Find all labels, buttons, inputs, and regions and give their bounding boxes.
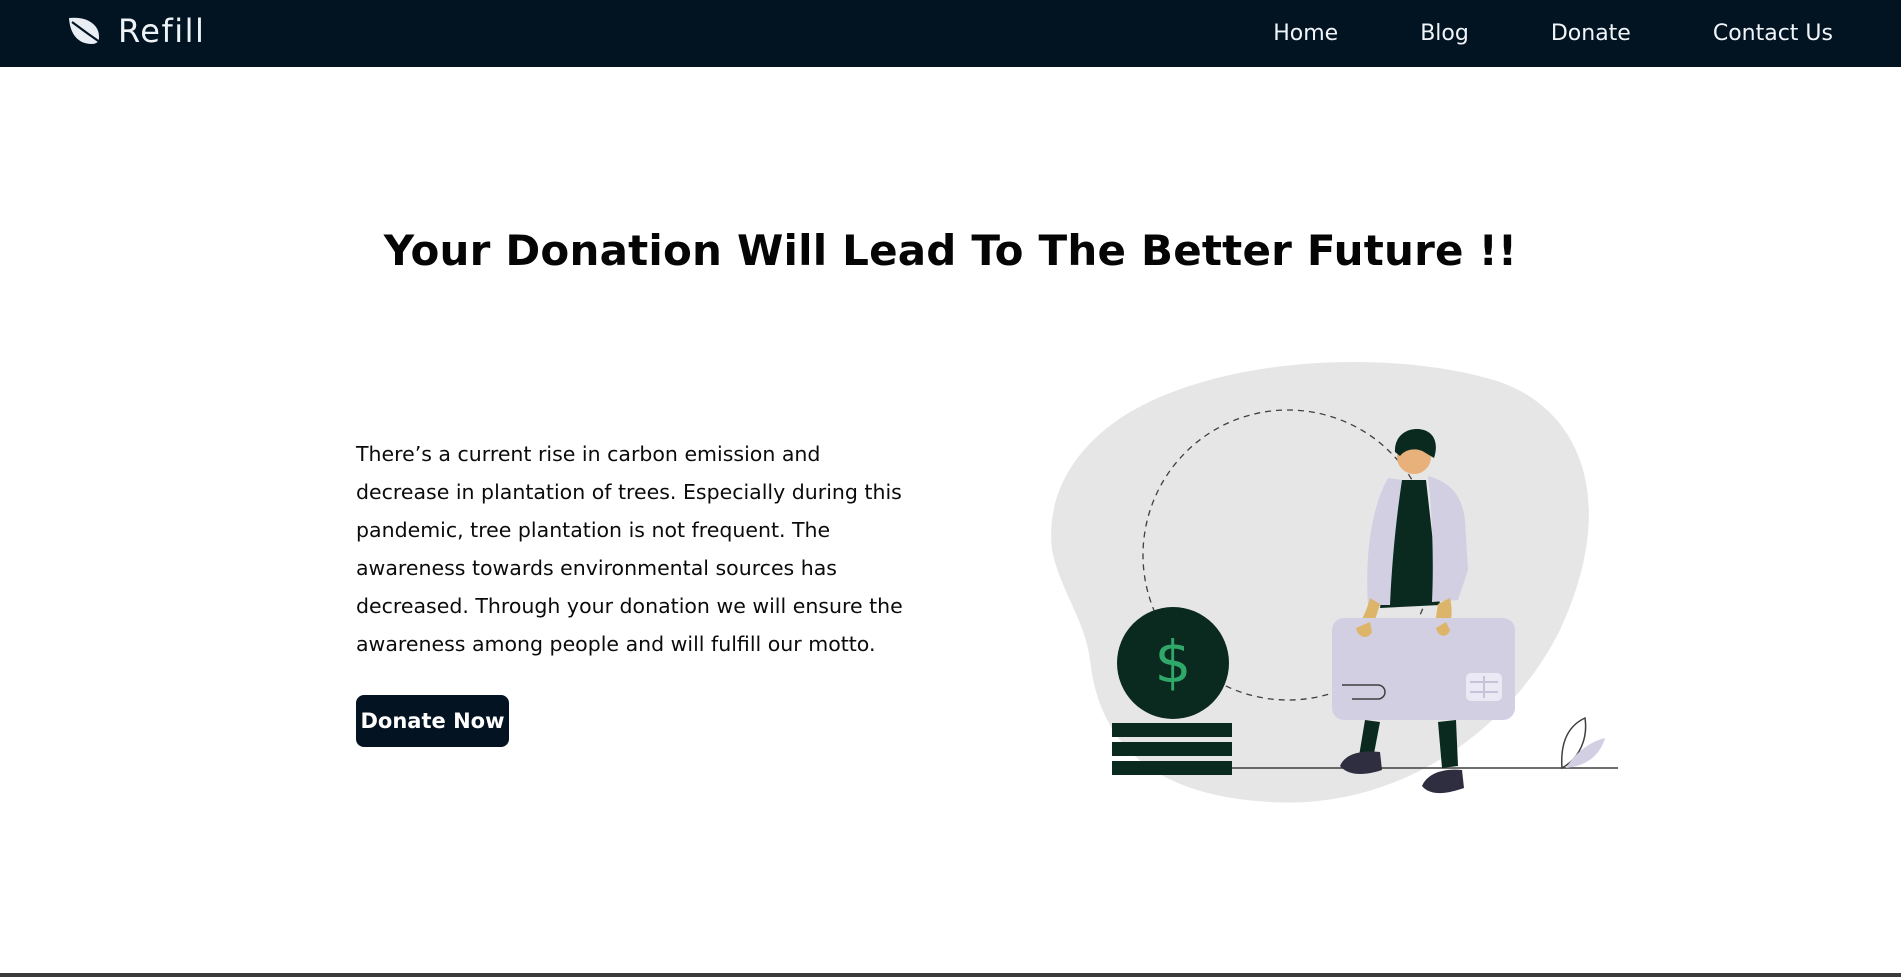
nav-link-contact-us[interactable]: Contact Us bbox=[1713, 21, 1833, 46]
intro-paragraph: There’s a current rise in carbon emissio… bbox=[356, 442, 903, 656]
svg-text:$: $ bbox=[1155, 628, 1192, 696]
page-title: Your Donation Will Lead To The Better Fu… bbox=[383, 226, 1518, 275]
top-navbar: Refill Home Blog Donate Contact Us bbox=[0, 0, 1901, 67]
leaf-icon bbox=[66, 14, 106, 48]
donation-illustration: $ bbox=[1040, 360, 1630, 820]
nav-link-home[interactable]: Home bbox=[1273, 21, 1338, 46]
coin-stack-icon bbox=[1112, 723, 1232, 775]
nav-link-blog[interactable]: Blog bbox=[1420, 21, 1469, 46]
main-nav: Home Blog Donate Contact Us bbox=[1273, 0, 1833, 67]
page-bottom-border bbox=[0, 973, 1901, 977]
nav-link-donate[interactable]: Donate bbox=[1551, 21, 1631, 46]
donate-now-button[interactable]: Donate Now bbox=[356, 695, 509, 747]
brand-name: Refill bbox=[118, 12, 206, 50]
brand-logo[interactable]: Refill bbox=[66, 12, 205, 50]
